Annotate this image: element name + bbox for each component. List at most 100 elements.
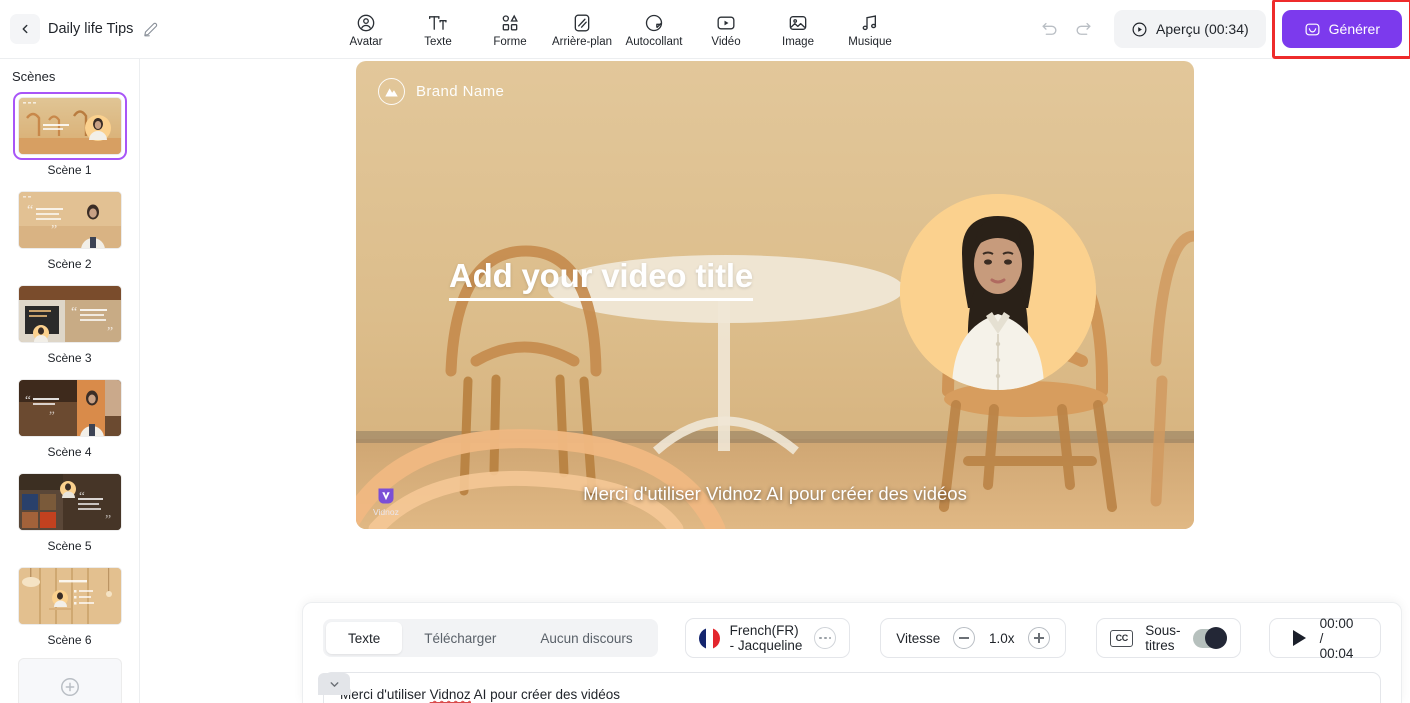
scene-item-1[interactable]: Scène 1 bbox=[12, 92, 127, 186]
tab-texte[interactable]: Texte bbox=[326, 622, 403, 654]
scene-label: Scène 3 bbox=[47, 351, 92, 365]
video-title[interactable]: Add your video title bbox=[449, 257, 753, 301]
scene-list: Scène 1 “ ” Scène 2 “ ” Scène 3 “ ” Scèn… bbox=[0, 92, 139, 703]
editor-stage: Brand Name Add your video title Merci d'… bbox=[140, 59, 1410, 703]
chevron-down-icon bbox=[330, 681, 338, 687]
tool-label: Image bbox=[782, 36, 814, 48]
project-title: Daily life Tips bbox=[48, 21, 134, 37]
presenter-avatar[interactable] bbox=[900, 194, 1096, 390]
tool-image[interactable]: Image bbox=[762, 10, 834, 48]
scene-thumbnail bbox=[17, 567, 122, 625]
svg-text:”: ” bbox=[49, 408, 55, 423]
generate-label: Générer bbox=[1328, 21, 1380, 37]
subtitles-label: Sous-titres bbox=[1145, 623, 1181, 653]
header-left-group: Daily life Tips bbox=[0, 14, 330, 44]
app-header: Daily life Tips Avatar Texte Forme Arriè… bbox=[0, 0, 1410, 59]
script-misspelled-word: Vidnoz bbox=[429, 687, 471, 703]
video-icon bbox=[716, 12, 736, 34]
scene-item-4[interactable]: “ ” Scène 4 bbox=[13, 374, 127, 468]
scene-item-3[interactable]: “ ” Scène 3 bbox=[13, 280, 127, 374]
shapes-icon bbox=[500, 12, 520, 34]
app-body: Scènes Scène 1 “ ” Scène 2 “ ” Scène 3 “… bbox=[0, 59, 1410, 703]
svg-text:”: ” bbox=[51, 223, 57, 238]
music-icon bbox=[860, 12, 880, 34]
playback-control: 00:00 / 00:04 bbox=[1268, 616, 1381, 661]
scene-item-2[interactable]: “ ” Scène 2 bbox=[13, 186, 127, 280]
avatar-icon bbox=[356, 12, 376, 34]
cc-icon: CC bbox=[1110, 629, 1134, 647]
brand-row[interactable]: Brand Name bbox=[378, 78, 504, 105]
sticker-icon bbox=[644, 12, 664, 34]
scenes-sidebar: Scènes Scène 1 “ ” Scène 2 “ ” Scène 3 “… bbox=[0, 59, 140, 703]
speed-control: Vitesse 1.0x bbox=[880, 618, 1067, 658]
tool-label: Autocollant bbox=[625, 36, 683, 48]
speed-decrease-button[interactable] bbox=[953, 627, 976, 649]
svg-text:“: “ bbox=[79, 488, 85, 503]
undo-button[interactable] bbox=[1032, 14, 1066, 44]
scene-thumbnail bbox=[17, 97, 122, 155]
script-source-tabs: Texte Télécharger Aucun discours bbox=[323, 619, 658, 657]
preview-button[interactable]: Aperçu (00:34) bbox=[1114, 10, 1266, 48]
tool-label: Texte bbox=[424, 36, 452, 48]
scene-thumbnail: “ ” bbox=[17, 191, 122, 249]
generate-icon bbox=[1305, 23, 1320, 35]
script-panel: Texte Télécharger Aucun discours French(… bbox=[302, 602, 1402, 703]
vidnoz-v-icon bbox=[378, 488, 394, 504]
svg-text:”: ” bbox=[105, 513, 111, 528]
video-canvas[interactable]: Brand Name Add your video title Merci d'… bbox=[356, 61, 1194, 529]
tool-texte[interactable]: Texte bbox=[402, 10, 474, 48]
back-button[interactable] bbox=[10, 14, 40, 44]
collapse-panel-button[interactable] bbox=[318, 673, 350, 695]
preview-label: Aperçu (00:34) bbox=[1156, 21, 1249, 37]
subtitles-control: CC Sous-titres bbox=[1096, 618, 1241, 658]
add-scene-button[interactable] bbox=[17, 658, 122, 703]
voice-name: French(FR) - Jacqueline bbox=[729, 623, 803, 653]
svg-text:”: ” bbox=[107, 325, 113, 340]
subtitles-toggle[interactable] bbox=[1192, 627, 1227, 649]
flag-france-icon bbox=[698, 627, 720, 649]
scene-thumbnail: “ ” bbox=[17, 473, 122, 531]
tool-autocollant[interactable]: Autocollant bbox=[618, 10, 690, 48]
play-circle-icon bbox=[1132, 22, 1147, 36]
tool-label: Arrière-plan bbox=[551, 36, 613, 48]
generate-button[interactable]: Générer bbox=[1281, 10, 1402, 48]
svg-text:“: “ bbox=[25, 392, 31, 407]
tool-label: Musique bbox=[848, 36, 892, 48]
scene-label: Scène 4 bbox=[47, 445, 92, 459]
scenes-title: Scènes bbox=[12, 69, 56, 84]
tool-label: Forme bbox=[493, 36, 527, 48]
scene-item-6[interactable]: Scène 6 bbox=[13, 562, 127, 656]
undo-icon bbox=[1042, 22, 1057, 35]
scene-label: Scène 1 bbox=[47, 163, 92, 177]
chevron-left-icon bbox=[22, 24, 28, 34]
tool-label: Avatar bbox=[349, 36, 383, 48]
plus-icon bbox=[60, 678, 79, 696]
image-icon bbox=[788, 12, 808, 34]
voice-selector[interactable]: French(FR) - Jacqueline bbox=[684, 618, 851, 658]
video-caption[interactable]: Merci d'utiliser Vidnoz AI pour créer de… bbox=[356, 483, 1194, 505]
redo-icon bbox=[1076, 22, 1091, 35]
tab-telecharger[interactable]: Télécharger bbox=[402, 622, 518, 654]
tool-forme[interactable]: Forme bbox=[474, 10, 546, 48]
play-icon[interactable] bbox=[1292, 630, 1306, 646]
generate-button-wrapper: Générer bbox=[1271, 0, 1410, 59]
tool-video[interactable]: Vidéo bbox=[690, 10, 762, 48]
tab-aucun-discours[interactable]: Aucun discours bbox=[518, 622, 654, 654]
mountain-logo-icon bbox=[378, 78, 405, 105]
script-text: Merci d'utiliser Vidnoz AI pour créer de… bbox=[340, 685, 1364, 703]
more-options-icon[interactable] bbox=[814, 627, 837, 649]
tool-musique[interactable]: Musique bbox=[834, 10, 906, 48]
redo-button[interactable] bbox=[1066, 14, 1100, 44]
svg-text:“: “ bbox=[27, 203, 33, 218]
background-icon bbox=[572, 12, 592, 34]
scene-item-5[interactable]: “ ” Scène 5 bbox=[13, 468, 127, 562]
tool-avatar[interactable]: Avatar bbox=[330, 10, 402, 48]
tool-arriere-plan[interactable]: Arrière-plan bbox=[546, 10, 618, 48]
script-textarea[interactable]: Merci d'utiliser Vidnoz AI pour créer de… bbox=[323, 672, 1381, 703]
speed-increase-button[interactable] bbox=[1028, 627, 1051, 649]
script-text-after: AI pour créer des vidéos bbox=[470, 687, 620, 702]
script-text-before: Merci d'utiliser bbox=[340, 687, 430, 702]
scene-thumbnail: “ ” bbox=[17, 285, 122, 343]
header-right-group: Aperçu (00:34) Générer bbox=[1032, 0, 1410, 59]
pencil-icon[interactable] bbox=[141, 20, 159, 38]
